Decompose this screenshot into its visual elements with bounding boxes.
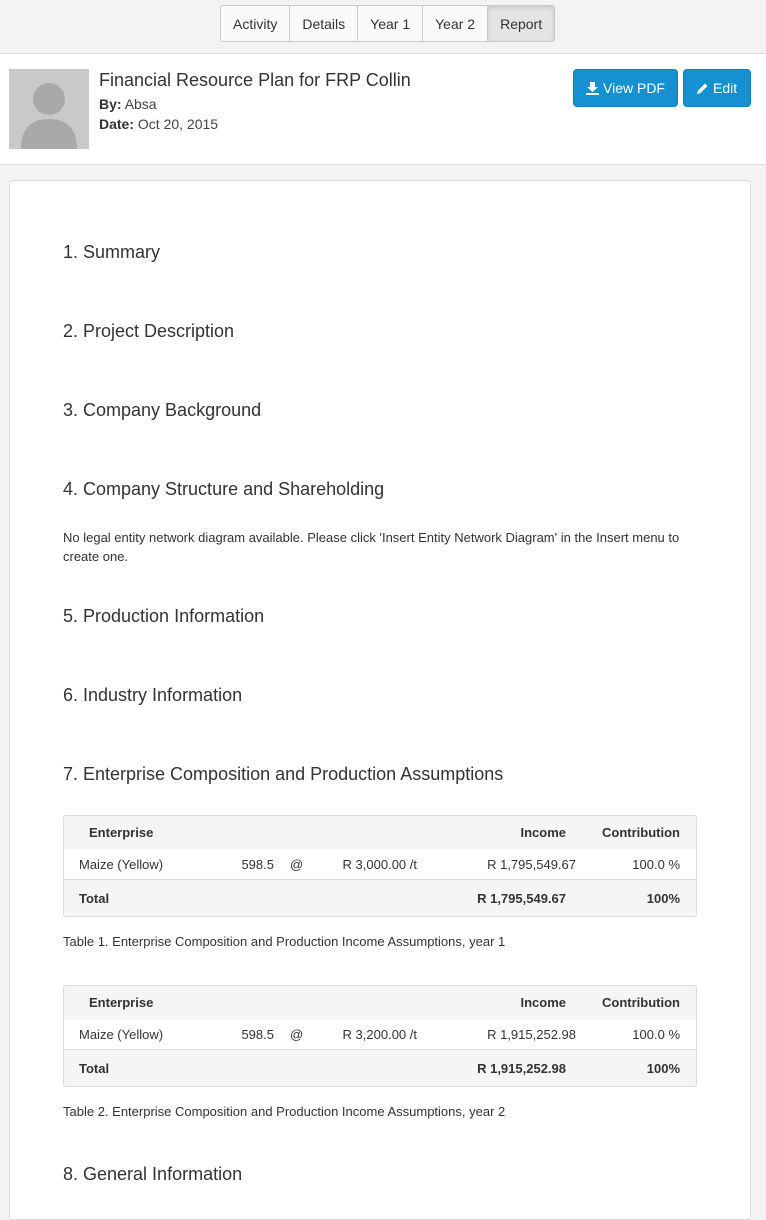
- top-navigation: Activity Details Year 1 Year 2 Report: [0, 0, 766, 54]
- total-contribution: 100%: [646, 1060, 680, 1076]
- table-row: Maize (Yellow) 598.5 @ R 3,000.00 /t R 1…: [64, 849, 696, 880]
- contribution-value: 100.0 %: [632, 1026, 680, 1042]
- user-silhouette-icon: [21, 83, 77, 149]
- unit-price: R 3,000.00 /t: [342, 856, 417, 872]
- table-row: Maize (Yellow) 598.5 @ R 3,200.00 /t R 1…: [64, 1019, 696, 1050]
- section-heading: 6. Industry Information: [63, 685, 243, 705]
- section-heading: 4. Company Structure and Shareholding: [63, 479, 385, 499]
- download-icon: [586, 81, 599, 95]
- page-title: Financial Resource Plan for FRP Collin: [99, 70, 411, 90]
- income-header: Income: [520, 995, 566, 1010]
- table-header-row: Enterprise Income Contribution: [64, 986, 696, 1019]
- report-card: 1. Summary 2. Project Description 3. Com…: [9, 180, 751, 1220]
- enterprise-header: Enterprise: [89, 995, 154, 1010]
- date-line: Date: Oct 20, 2015: [99, 116, 218, 132]
- tab-report[interactable]: Report: [487, 5, 556, 42]
- tab-group: Activity Details Year 1 Year 2 Report: [220, 5, 556, 42]
- contribution-header: Contribution: [602, 825, 680, 840]
- enterprise-table: Enterprise Income Contribution Maize (Ye…: [63, 985, 697, 1087]
- author-line: By: Absa: [99, 96, 157, 112]
- table-total-row: Total R 1,795,549.67 100%: [64, 880, 696, 916]
- contribution-header: Contribution: [602, 995, 680, 1010]
- edit-button[interactable]: Edit: [683, 69, 751, 107]
- total-income: R 1,915,252.98: [477, 1060, 566, 1076]
- avatar: [9, 69, 89, 149]
- total-contribution: 100%: [646, 890, 680, 906]
- quantity: 598.5: [241, 1026, 274, 1042]
- quantity: 598.5: [241, 856, 274, 872]
- table-caption: Table 1. Enterprise Composition and Prod…: [63, 934, 506, 949]
- edit-label: Edit: [713, 80, 738, 96]
- income-value: R 1,795,549.67: [487, 856, 576, 872]
- section-heading: 5. Production Information: [63, 606, 265, 626]
- section-heading: 3. Company Background: [63, 400, 262, 420]
- income-header: Income: [520, 825, 566, 840]
- tab-details[interactable]: Details: [289, 5, 358, 42]
- total-label: Total: [79, 890, 110, 906]
- author-value: Absa: [124, 96, 157, 112]
- view-pdf-button[interactable]: View PDF: [573, 69, 678, 107]
- total-label: Total: [79, 1060, 110, 1076]
- tab-activity[interactable]: Activity: [220, 5, 290, 42]
- section-heading: 8. General Information: [63, 1164, 243, 1184]
- section-heading: 1. Summary: [63, 242, 161, 262]
- date-value: Oct 20, 2015: [137, 116, 219, 132]
- enterprise-table: Enterprise Income Contribution Maize (Ye…: [63, 815, 697, 917]
- table-total-row: Total R 1,915,252.98 100%: [64, 1050, 696, 1086]
- view-pdf-label: View PDF: [603, 80, 665, 96]
- pencil-icon: [697, 83, 708, 94]
- unit-price: R 3,200.00 /t: [342, 1026, 417, 1042]
- section-4-text: No legal entity network diagram availabl…: [63, 530, 680, 564]
- tab-year-2[interactable]: Year 2: [422, 5, 488, 42]
- section-heading: 2. Project Description: [63, 321, 235, 341]
- author-label: By:: [99, 96, 122, 112]
- enterprise-name: Maize (Yellow): [79, 856, 164, 872]
- contribution-value: 100.0 %: [632, 856, 680, 872]
- income-value: R 1,915,252.98: [487, 1026, 576, 1042]
- total-income: R 1,795,549.67: [477, 890, 566, 906]
- at-symbol: @: [290, 856, 304, 872]
- enterprise-name: Maize (Yellow): [79, 1026, 164, 1042]
- at-symbol: @: [290, 1026, 304, 1042]
- enterprise-header: Enterprise: [89, 825, 154, 840]
- date-label: Date:: [99, 116, 135, 132]
- report-header: Financial Resource Plan for FRP Collin B…: [0, 54, 766, 165]
- table-caption: Table 2. Enterprise Composition and Prod…: [63, 1104, 506, 1119]
- table-header-row: Enterprise Income Contribution: [64, 816, 696, 849]
- section-heading: 7. Enterprise Composition and Production…: [63, 764, 504, 784]
- tab-year-1[interactable]: Year 1: [357, 5, 423, 42]
